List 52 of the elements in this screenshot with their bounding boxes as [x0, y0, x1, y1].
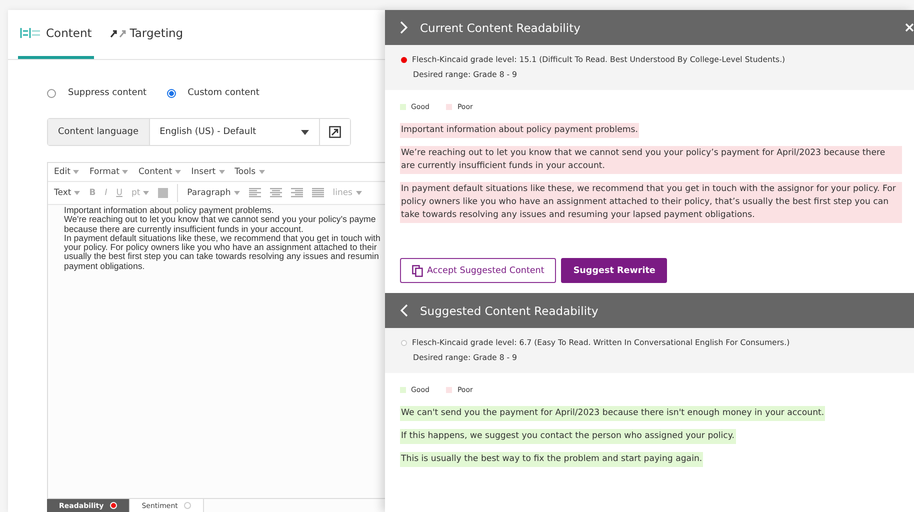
section-title: Current Content Readability: [420, 20, 580, 34]
copy-icon: [412, 264, 423, 276]
caret-icon: [218, 170, 225, 174]
toolbar-dropdown[interactable]: Paragraph: [187, 188, 240, 198]
caret-icon: [175, 170, 182, 174]
radio-label: Suppress content: [68, 88, 147, 98]
caret-icon: [74, 191, 80, 195]
chevron-right-icon: [400, 21, 408, 34]
highlighted-paragraph: This is usually the best way to fix the problem and start paying again.: [400, 452, 704, 467]
editor-text-line: because there are currently insufficient funds in your account.: [64, 224, 304, 234]
radio-label: Custom content: [188, 88, 260, 98]
highlighted-paragraph: Important information about policy payment problems.: [400, 123, 640, 138]
editor-text-line: usually the best first step you can take towards resolving any issues and resumin: [64, 252, 380, 262]
caret-icon: [356, 191, 362, 195]
lines-icon: [20, 26, 42, 40]
action-button[interactable]: Suggest Rewrite: [561, 258, 668, 283]
menu-item[interactable]: Insert: [191, 167, 225, 177]
highlighted-paragraph: We’re reaching out to let you know that we cannot send you your policy’s payment for April/2023 because there are currently insufficient funds in your account.: [400, 146, 902, 174]
highlighted-paragraph: If this happens, we suggest you contact the person who assigned your policy.: [400, 429, 736, 444]
menu-item[interactable]: Format: [89, 167, 128, 177]
section-header[interactable]: Current Content Readability: [385, 10, 914, 45]
highlighted-paragraph: We can't send you the payment for April/2023 because there isn't enough money in your account.: [400, 406, 826, 421]
radio-option[interactable]: Suppress content: [47, 88, 147, 98]
arrows-icon: [110, 28, 126, 38]
section-title: Suggested Content Readability: [420, 304, 598, 318]
radio-button[interactable]: [166, 88, 176, 98]
menu-item[interactable]: Tools: [234, 167, 265, 177]
editor-text-line: payment obligations.: [64, 262, 145, 272]
toolbar-dropdown[interactable]: Text: [54, 188, 80, 198]
editor-text-line: your policy. For policy owners like you who have an assignment attached to their: [64, 243, 378, 252]
radio-button[interactable]: [47, 88, 56, 98]
highlighted-paragraph: In payment default situations like these, we recommend that you get in touch with the assignor for your policy. For policy owners like you who have an assignment attached to their policy, that’s usually the best first step you can take towards resolving any issues and resuming your lapsed payment obligations.: [400, 182, 902, 223]
caret-icon: [143, 191, 150, 195]
editor-text-line: Important information about policy payment problems.: [64, 206, 275, 216]
caret-icon: [73, 170, 80, 174]
caret-icon: [301, 130, 309, 134]
editor-text-line: In payment default situations like these, we recommend that you get in touch with: [64, 234, 382, 244]
close-icon[interactable]: [905, 23, 914, 32]
action-button[interactable]: Accept Suggested Content: [400, 258, 556, 283]
caret-icon: [234, 191, 240, 195]
external-link-icon: [329, 126, 341, 138]
menu-item[interactable]: Content: [138, 167, 182, 177]
radio-option[interactable]: Custom content: [166, 88, 260, 98]
tab[interactable]: Targeting: [108, 10, 186, 59]
menu-item[interactable]: Edit: [54, 167, 80, 177]
content-language-label: Content language: [48, 119, 150, 145]
caret-icon: [122, 170, 128, 174]
editor-text-line: We're reaching out to let you know that we cannot send you your policy's payme: [64, 215, 377, 225]
section-header[interactable]: Suggested Content Readability: [385, 293, 914, 328]
caret-icon: [258, 170, 265, 174]
tab[interactable]: Content: [18, 10, 94, 59]
chevron-left-icon: [400, 304, 408, 317]
